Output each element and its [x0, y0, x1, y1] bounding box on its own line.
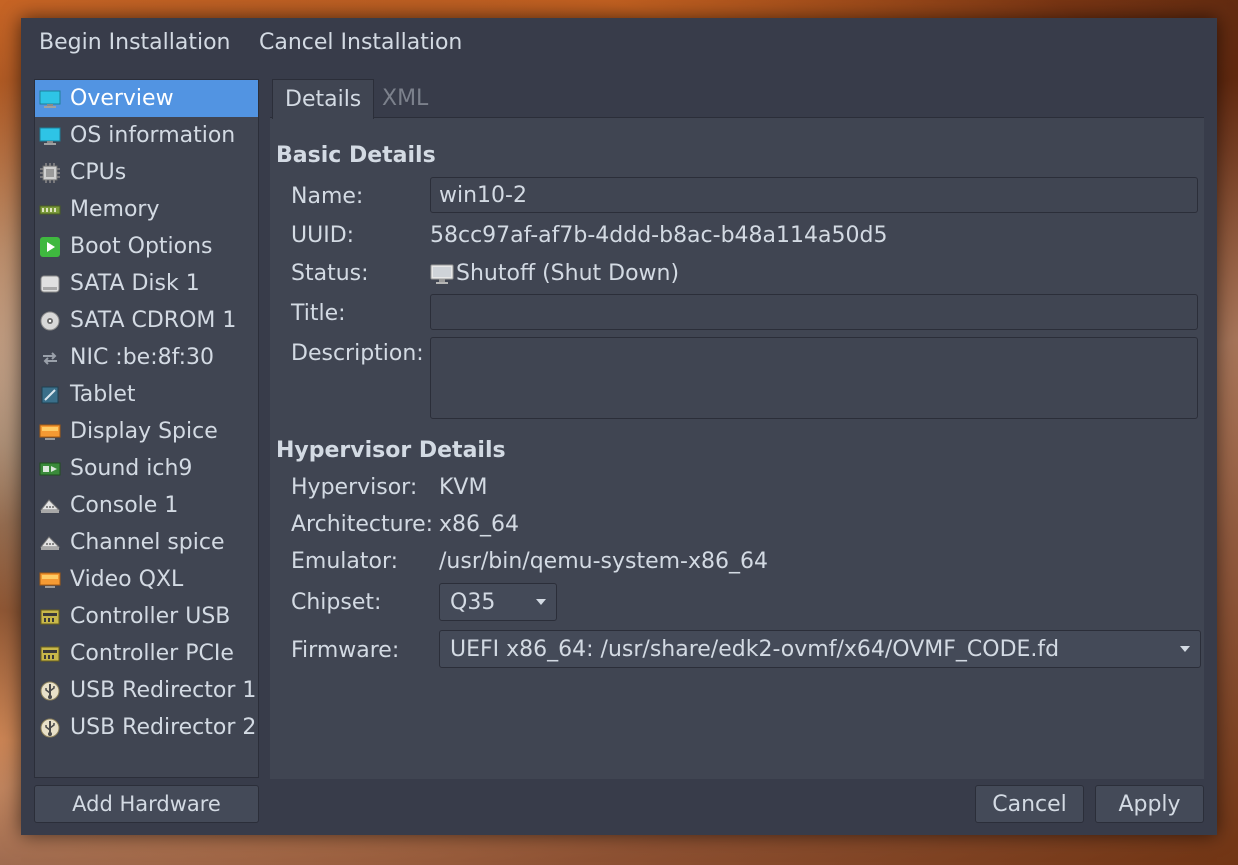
emulator-label: Emulator: — [291, 549, 399, 574]
sidebar-item-label: SATA Disk 1 — [70, 271, 200, 296]
details-panel: Details XML Basic Details Name: UUID: 58… — [270, 79, 1204, 779]
sidebar-item-cpus[interactable]: CPUs — [35, 154, 258, 191]
sidebar-item-tablet[interactable]: Tablet — [35, 376, 258, 413]
serial-icon — [38, 531, 62, 555]
usb-icon — [38, 716, 62, 740]
sidebar-item-label: Overview — [70, 86, 174, 111]
sidebar-item-label: Controller PCIe — [70, 641, 234, 666]
sidebar-item-sata-disk-1[interactable]: SATA Disk 1 — [35, 265, 258, 302]
disk-icon — [38, 272, 62, 296]
sidebar-item-label: Controller USB — [70, 604, 231, 629]
chevron-down-icon — [1180, 646, 1190, 652]
vm-details-window: Begin Installation Cancel Installation O… — [21, 18, 1217, 835]
monitor-icon — [38, 124, 62, 148]
emulator-value: /usr/bin/qemu-system-x86_64 — [439, 549, 769, 574]
sidebar-item-label: Boot Options — [70, 234, 213, 259]
sidebar-item-label: Display Spice — [70, 419, 218, 444]
hypervisor-label: Hypervisor: — [291, 475, 418, 500]
cancel-installation-menu[interactable]: Cancel Installation — [259, 30, 462, 55]
sidebar-item-label: Channel spice — [70, 530, 225, 555]
display-icon — [38, 568, 62, 592]
uuid-value: 58cc97af-af7b-4ddd-b8ac-b48a114a50d5 — [430, 223, 888, 248]
sidebar-item-display-spice[interactable]: Display Spice — [35, 413, 258, 450]
status-label: Status: — [291, 261, 369, 286]
add-hardware-button[interactable]: Add Hardware — [34, 785, 259, 823]
sidebar-item-memory[interactable]: Memory — [35, 191, 258, 228]
sidebar-item-channel-spice[interactable]: Channel spice — [35, 524, 258, 561]
sidebar-item-label: Tablet — [70, 382, 136, 407]
sidebar-item-sata-cdrom-1[interactable]: SATA CDROM 1 — [35, 302, 258, 339]
sidebar-item-label: Console 1 — [70, 493, 179, 518]
firmware-label: Firmware: — [291, 638, 400, 663]
tab-details[interactable]: Details — [272, 79, 375, 119]
tab-bar: Details XML — [270, 79, 1204, 119]
tab-xml[interactable]: XML — [370, 79, 440, 117]
cancel-button[interactable]: Cancel — [975, 785, 1084, 823]
hardware-list: Overview OS information CPUs Memory Boot Opt… — [34, 79, 259, 778]
uuid-label: UUID: — [291, 223, 355, 248]
play-icon — [38, 235, 62, 259]
description-label: Description: — [291, 341, 424, 366]
cpu-icon — [38, 161, 62, 185]
tablet-icon — [38, 383, 62, 407]
monitor-icon — [430, 263, 454, 285]
description-field[interactable] — [430, 337, 1198, 419]
name-field[interactable] — [430, 177, 1198, 213]
usb-icon — [38, 679, 62, 703]
firmware-dropdown[interactable]: UEFI x86_64: /usr/share/edk2-ovmf/x64/OV… — [439, 630, 1201, 668]
sidebar-item-usb-redirector-1[interactable]: USB Redirector 1 — [35, 672, 258, 709]
chipset-label: Chipset: — [291, 590, 382, 615]
architecture-label: Architecture: — [291, 512, 434, 537]
sidebar-item-os-information[interactable]: OS information — [35, 117, 258, 154]
sidebar-item-label: OS information — [70, 123, 236, 148]
display-icon — [38, 420, 62, 444]
sidebar-item-controller-usb[interactable]: Controller USB — [35, 598, 258, 635]
sidebar-item-label: USB Redirector 1 — [70, 678, 257, 703]
sidebar-item-label: SATA CDROM 1 — [70, 308, 237, 333]
sound-icon — [38, 457, 62, 481]
chevron-down-icon — [536, 599, 546, 605]
firmware-value: UEFI x86_64: /usr/share/edk2-ovmf/x64/OV… — [450, 636, 1060, 662]
begin-installation-menu[interactable]: Begin Installation — [39, 30, 231, 55]
menubar: Begin Installation Cancel Installation — [21, 18, 1217, 72]
sidebar-item-label: Sound ich9 — [70, 456, 193, 481]
sidebar-item-sound-ich9[interactable]: Sound ich9 — [35, 450, 258, 487]
hypervisor-details-heading: Hypervisor Details — [276, 438, 506, 463]
status-value: Shutoff (Shut Down) — [456, 261, 680, 286]
memory-icon — [38, 198, 62, 222]
sidebar-item-console-1[interactable]: Console 1 — [35, 487, 258, 524]
network-icon — [38, 346, 62, 370]
title-label: Title: — [291, 301, 346, 326]
monitor-icon — [38, 87, 62, 111]
sidebar-item-overview[interactable]: Overview — [35, 80, 258, 117]
basic-details-heading: Basic Details — [276, 143, 436, 168]
controller-icon — [38, 642, 62, 666]
status-value-row: Shutoff (Shut Down) — [430, 261, 679, 286]
sidebar-item-label: USB Redirector 2 — [70, 715, 257, 740]
sidebar-item-nic-be-8f-30[interactable]: NIC :be:8f:30 — [35, 339, 258, 376]
sidebar-item-usb-redirector-2[interactable]: USB Redirector 2 — [35, 709, 258, 746]
architecture-value: x86_64 — [439, 512, 520, 537]
controller-icon — [38, 605, 62, 629]
hypervisor-value: KVM — [439, 475, 488, 500]
sidebar-item-boot-options[interactable]: Boot Options — [35, 228, 258, 265]
serial-icon — [38, 494, 62, 518]
sidebar-item-controller-pcie[interactable]: Controller PCIe — [35, 635, 258, 672]
sidebar-item-label: Memory — [70, 197, 160, 222]
sidebar-item-label: Video QXL — [70, 567, 184, 592]
name-label: Name: — [291, 184, 364, 209]
chipset-value: Q35 — [450, 589, 496, 615]
sidebar-item-label: NIC :be:8f:30 — [70, 345, 214, 370]
title-field[interactable] — [430, 294, 1198, 330]
apply-button[interactable]: Apply — [1095, 785, 1204, 823]
sidebar-item-label: CPUs — [70, 160, 127, 185]
chipset-dropdown[interactable]: Q35 — [439, 583, 557, 621]
sidebar-item-video-qxl[interactable]: Video QXL — [35, 561, 258, 598]
cdrom-icon — [38, 309, 62, 333]
